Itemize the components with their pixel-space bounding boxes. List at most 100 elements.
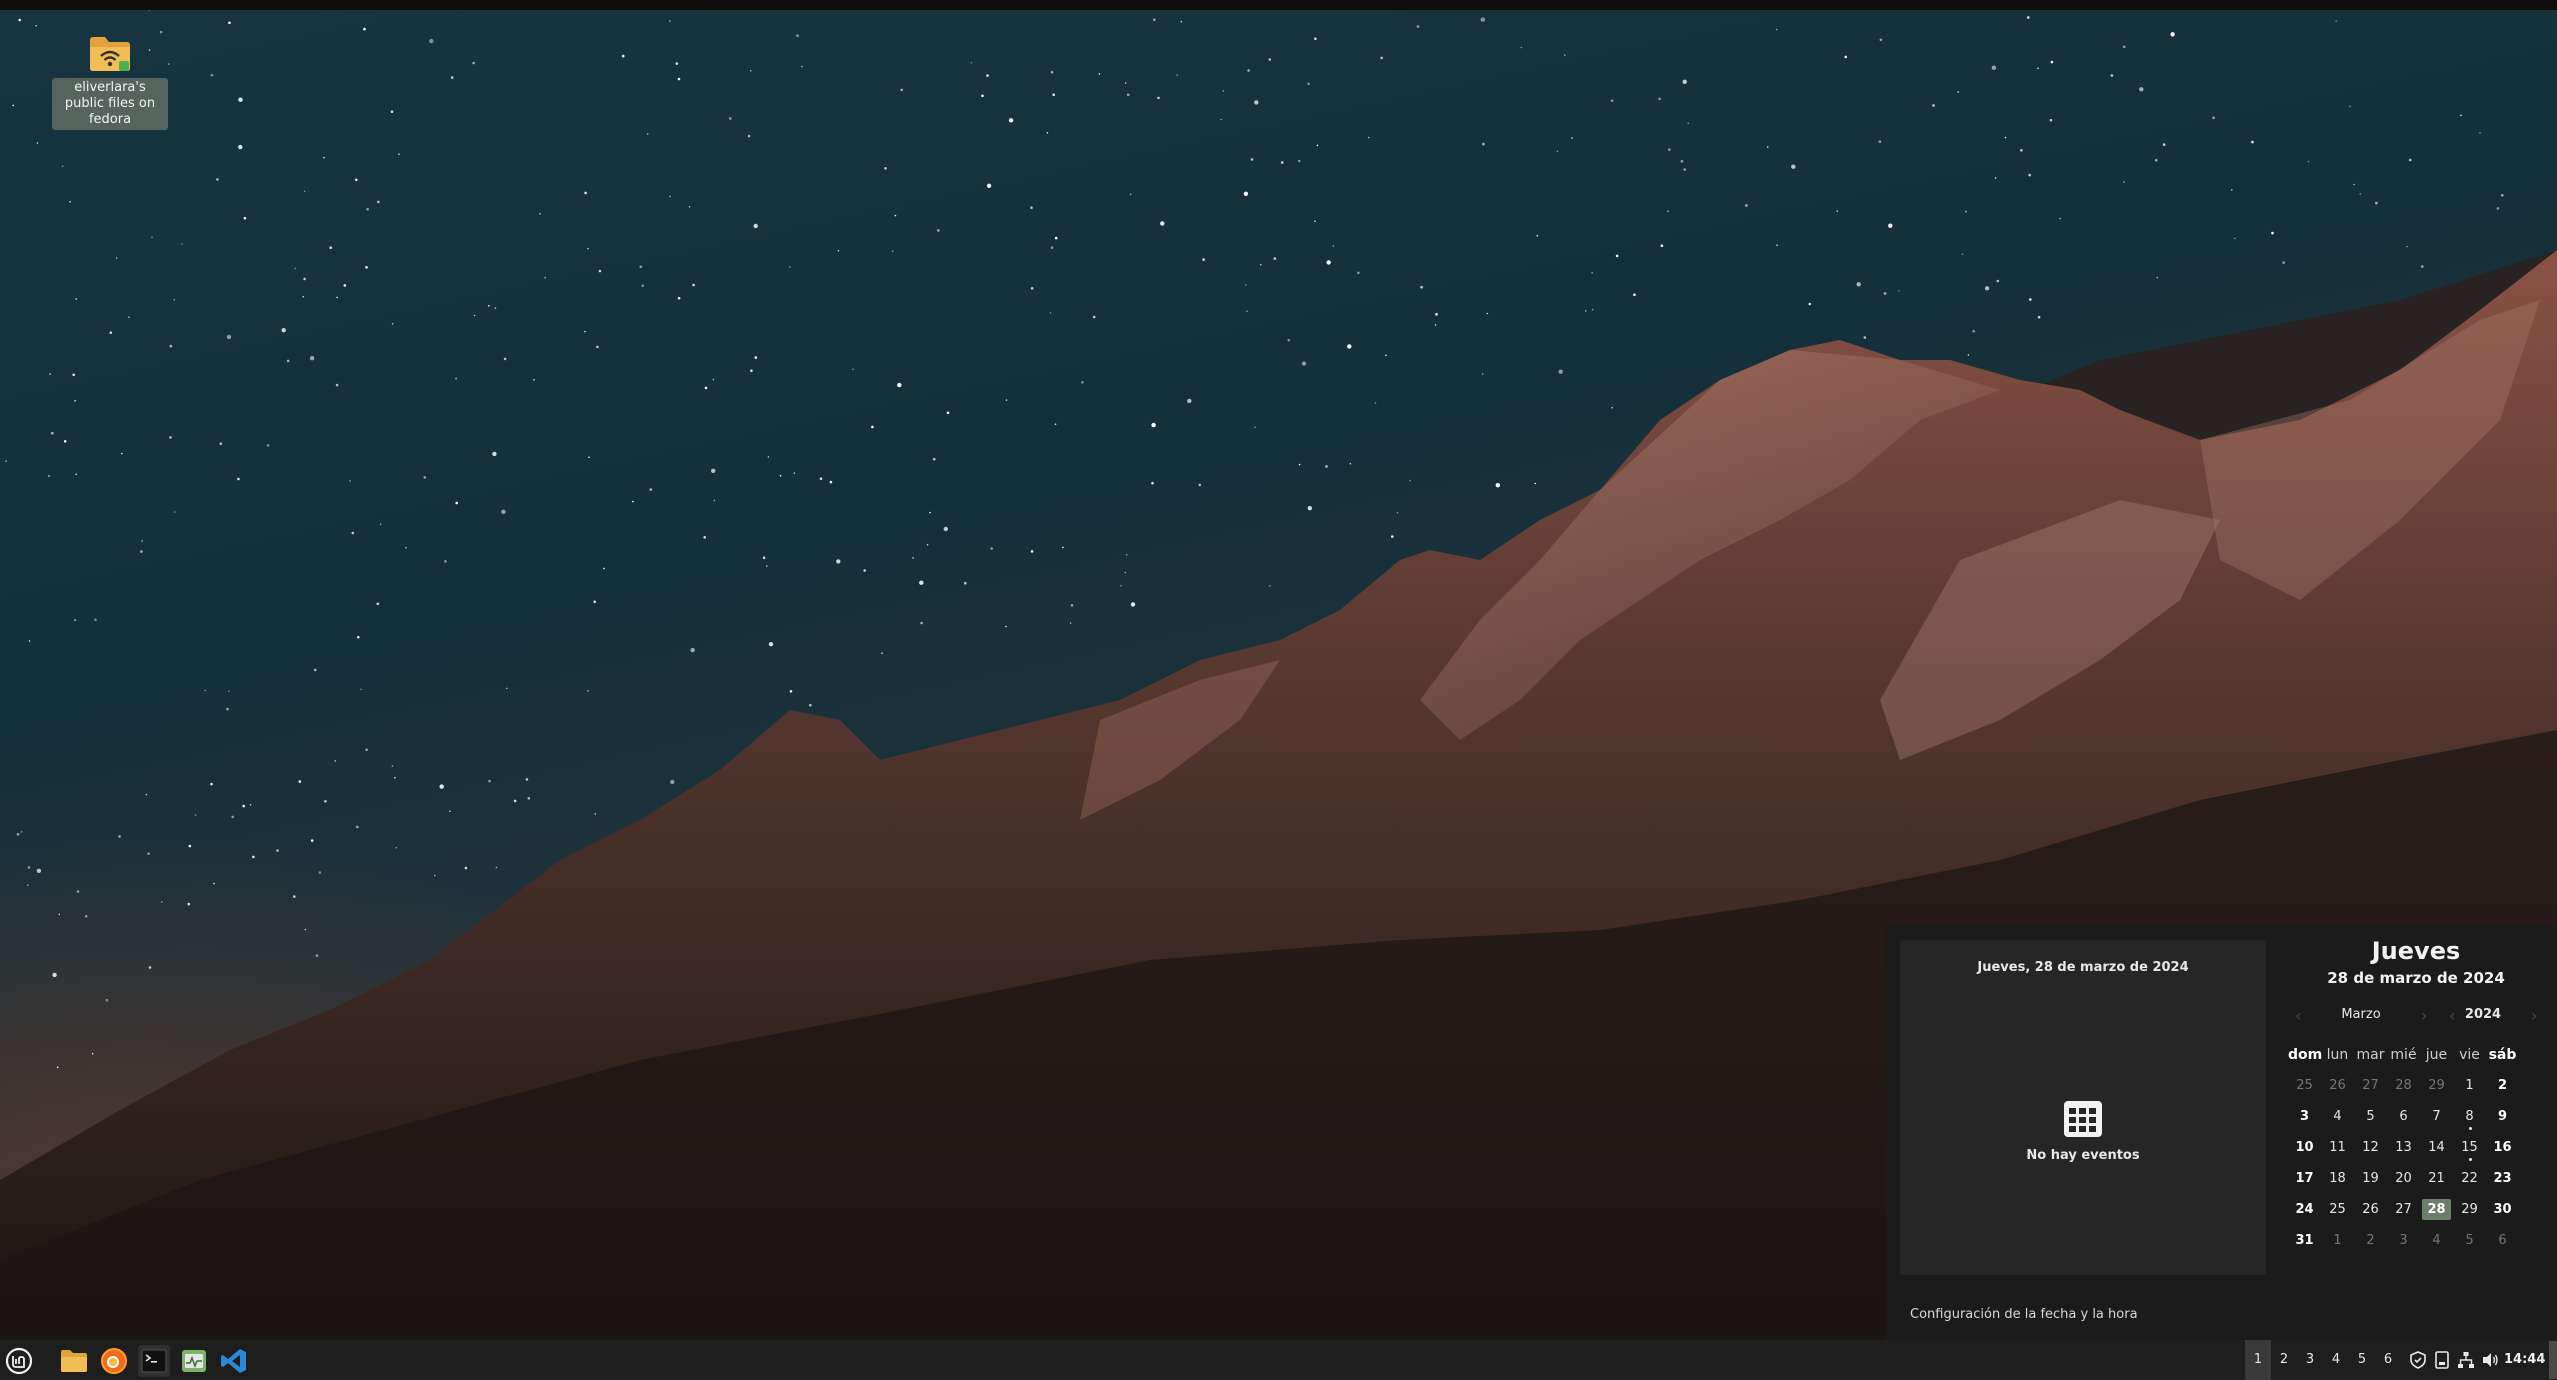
calendar-day[interactable]: 25 [2321,1197,2354,1228]
calendar-day-number: 18 [2329,1171,2346,1186]
calendar-day[interactable]: 12 [2354,1135,2387,1166]
desktop-icon-public-files[interactable]: eliverlara's public files on fedora [52,34,168,130]
terminal-icon[interactable] [138,1345,170,1377]
show-desktop-button[interactable] [2549,1341,2557,1379]
calendar-day[interactable]: 19 [2354,1166,2387,1197]
calendar-day[interactable]: 26 [2354,1197,2387,1228]
files-icon[interactable] [58,1345,90,1377]
calendar-day-today[interactable]: 28 [2420,1197,2453,1228]
calendar-day-number: 19 [2362,1171,2379,1186]
calendar-day[interactable]: 26 [2321,1073,2354,1104]
date-time-settings-link[interactable]: Configuración de la fecha y la hora [1910,1307,2138,1322]
calendar-day[interactable]: 29 [2420,1073,2453,1104]
workspace-switcher: 123456 [2245,1340,2401,1380]
calendar-full-date: 28 de marzo de 2024 [2327,969,2505,987]
menu-icon[interactable] [3,1345,35,1377]
calendar-day-number: 2 [2366,1233,2375,1248]
calendar-day[interactable]: 4 [2321,1104,2354,1135]
calendar-day[interactable]: 18 [2321,1166,2354,1197]
weekday-header: jue [2425,1047,2448,1063]
calendar-day-number: 3 [2399,1233,2408,1248]
calendar-day[interactable]: 29 [2453,1197,2486,1228]
calendar-day-number: 4 [2333,1109,2342,1124]
removable-drive-icon[interactable] [2430,1340,2454,1380]
calendar-day[interactable]: 21 [2420,1166,2453,1197]
workspace-2[interactable]: 2 [2271,1340,2297,1380]
calendar-day[interactable]: 1 [2453,1073,2486,1104]
calendar-day-number: 20 [2395,1171,2412,1186]
calendar-month-label: Marzo [2341,1007,2381,1022]
calendar-day-number: 28 [2422,1199,2451,1220]
update-shield-icon[interactable] [2404,1340,2432,1380]
calendar-day[interactable]: 31 [2288,1228,2321,1259]
calendar-day[interactable]: 7 [2420,1104,2453,1135]
calendar-day[interactable]: 27 [2354,1073,2387,1104]
calendar-day-number: 5 [2465,1233,2474,1248]
calendar-day-number: 10 [2295,1140,2314,1155]
calendar-day[interactable]: 13 [2387,1135,2420,1166]
calendar-day[interactable]: 2 [2486,1073,2519,1104]
workspace-3[interactable]: 3 [2297,1340,2323,1380]
calendar-day[interactable]: 8 [2453,1104,2486,1135]
calendar-day[interactable]: 20 [2387,1166,2420,1197]
calendar-popup: Jueves, 28 de marzo de 2024 No hay event… [1886,925,2557,1340]
calendar-day[interactable]: 3 [2387,1228,2420,1259]
calendar-day[interactable]: 3 [2288,1104,2321,1135]
calendar-day-number: 25 [2296,1078,2313,1093]
weekday-header: mié [2390,1047,2417,1063]
calendar-grid-icon [2064,1101,2102,1137]
event-marker-dot [2468,1158,2472,1161]
calendar-day[interactable]: 6 [2387,1104,2420,1135]
calendar-day[interactable]: 24 [2288,1197,2321,1228]
calendar-day[interactable]: 2 [2354,1228,2387,1259]
next-month-icon[interactable]: › [2421,1007,2427,1025]
calendar-day[interactable]: 9 [2486,1104,2519,1135]
calendar-day-number: 22 [2461,1171,2478,1186]
calendar-day[interactable]: 15 [2453,1135,2486,1166]
calendar-day[interactable]: 6 [2486,1228,2519,1259]
system-monitor-icon[interactable] [178,1345,210,1377]
calendar-day-number: 6 [2498,1233,2507,1248]
workspace-1[interactable]: 1 [2245,1340,2271,1380]
calendar-day[interactable]: 17 [2288,1166,2321,1197]
firefox-icon[interactable] [98,1345,130,1377]
calendar-day[interactable]: 10 [2288,1135,2321,1166]
calendar-day-number: 8 [2465,1109,2474,1124]
weekday-header: vie [2459,1047,2480,1063]
calendar-pane: Jueves 28 de marzo de 2024 ‹ Marzo › ‹ 2… [2281,933,2551,1259]
calendar-day[interactable]: 4 [2420,1228,2453,1259]
workspace-5[interactable]: 5 [2349,1340,2375,1380]
workspace-6[interactable]: 6 [2375,1340,2401,1380]
next-year-icon[interactable]: › [2531,1007,2537,1025]
calendar-day[interactable]: 5 [2453,1228,2486,1259]
prev-month-icon[interactable]: ‹ [2295,1007,2301,1025]
weekday-header: mar [2356,1047,2385,1063]
calendar-day[interactable]: 11 [2321,1135,2354,1166]
taskbar-clock[interactable]: 14:44 [2504,1340,2545,1380]
calendar-day[interactable]: 25 [2288,1073,2321,1104]
calendar-day-number: 29 [2428,1078,2445,1093]
calendar-day[interactable]: 30 [2486,1197,2519,1228]
calendar-day[interactable]: 5 [2354,1104,2387,1135]
calendar-day-number: 27 [2362,1078,2379,1093]
calendar-day-number: 17 [2295,1171,2314,1186]
calendar-day[interactable]: 23 [2486,1166,2519,1197]
calendar-year-label: 2024 [2464,1007,2502,1022]
calendar-day[interactable]: 1 [2321,1228,2354,1259]
calendar-day[interactable]: 28 [2387,1073,2420,1104]
calendar-day-number: 21 [2428,1171,2445,1186]
calendar-day[interactable]: 16 [2486,1135,2519,1166]
calendar-day-number: 27 [2395,1202,2412,1217]
workspace-4[interactable]: 4 [2323,1340,2349,1380]
calendar-day-number: 25 [2329,1202,2346,1217]
weekday-header: dom [2288,1047,2323,1063]
calendar-day[interactable]: 27 [2387,1197,2420,1228]
calendar-day[interactable]: 22 [2453,1166,2486,1197]
calendar-day-number: 31 [2295,1233,2314,1248]
event-marker-dot [2468,1127,2472,1130]
vscode-icon[interactable] [218,1345,250,1377]
volume-icon[interactable] [2478,1340,2502,1380]
calendar-day[interactable]: 14 [2420,1135,2453,1166]
network-icon[interactable] [2454,1340,2478,1380]
calendar-day-number: 24 [2295,1202,2314,1217]
